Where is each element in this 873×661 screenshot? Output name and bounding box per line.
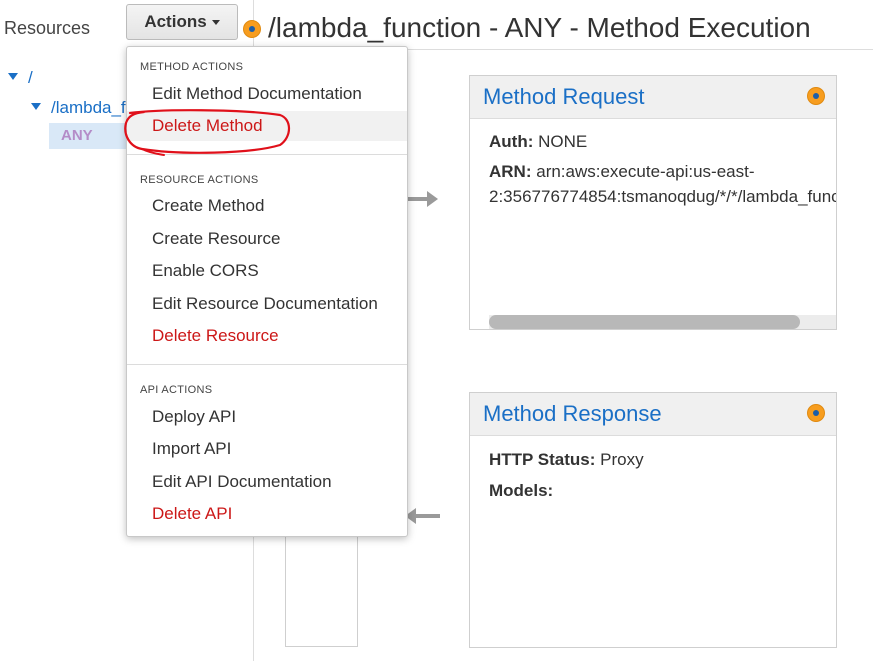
http-status-row: HTTP Status: Proxy bbox=[489, 450, 644, 470]
response-arrow-line bbox=[416, 514, 440, 518]
tree-child-label[interactable]: /lambda_function bbox=[51, 98, 126, 117]
menu-divider bbox=[127, 154, 407, 155]
status-dot-icon bbox=[807, 404, 825, 422]
menu-item-delete-method[interactable]: Delete Method bbox=[127, 111, 407, 141]
tree-root-label[interactable]: / bbox=[28, 68, 33, 87]
request-arrow-line bbox=[405, 197, 427, 201]
menu-header-resource-actions: RESOURCE ACTIONS bbox=[140, 174, 259, 186]
method-request-title[interactable]: Method Request bbox=[483, 84, 644, 110]
tree-item-root[interactable]: / bbox=[8, 68, 33, 88]
tree-item-lambda-function[interactable]: /lambda_function bbox=[31, 98, 126, 118]
method-response-title[interactable]: Method Response bbox=[483, 401, 662, 427]
models-key: Models: bbox=[489, 481, 554, 500]
page-title: /lambda_function - ANY - Method Executio… bbox=[268, 12, 811, 43]
menu-item-deploy-api[interactable]: Deploy API bbox=[127, 402, 407, 432]
actions-button[interactable]: Actions bbox=[126, 4, 238, 40]
arn-key: ARN: bbox=[489, 162, 532, 181]
auth-key: Auth: bbox=[489, 132, 534, 151]
client-panel bbox=[285, 520, 358, 647]
menu-header-method-actions: METHOD ACTIONS bbox=[140, 61, 244, 73]
menu-header-api-actions: API ACTIONS bbox=[140, 384, 213, 396]
expand-triangle-icon[interactable] bbox=[8, 73, 18, 80]
arrow-right-icon bbox=[427, 191, 438, 207]
menu-item-edit-method-documentation[interactable]: Edit Method Documentation bbox=[127, 79, 407, 109]
menu-item-delete-resource[interactable]: Delete Resource bbox=[127, 321, 407, 351]
auth-value: NONE bbox=[538, 132, 588, 151]
menu-item-edit-resource-documentation[interactable]: Edit Resource Documentation bbox=[127, 289, 407, 319]
actions-dropdown-menu: METHOD ACTIONS Edit Method Documentation… bbox=[126, 46, 408, 537]
menu-divider bbox=[127, 364, 407, 365]
tree-method-label[interactable]: ANY bbox=[61, 127, 93, 144]
menu-item-create-resource[interactable]: Create Resource bbox=[127, 224, 407, 254]
caret-down-icon[interactable] bbox=[211, 19, 220, 25]
status-dot-icon bbox=[243, 20, 261, 38]
method-request-panel: Method Request Auth: NONE ARN: arn:aws:e… bbox=[469, 75, 837, 330]
menu-item-delete-api[interactable]: Delete API bbox=[127, 499, 407, 529]
scrollbar-thumb[interactable] bbox=[489, 315, 800, 329]
horizontal-scrollbar[interactable] bbox=[489, 315, 836, 329]
actions-button-label[interactable]: Actions bbox=[144, 12, 206, 32]
method-response-panel: Method Response HTTP Status: Proxy Model… bbox=[469, 392, 837, 648]
http-status-value: Proxy bbox=[600, 450, 644, 469]
menu-item-create-method[interactable]: Create Method bbox=[127, 191, 407, 221]
models-row: Models: bbox=[489, 481, 553, 501]
method-request-header: Method Request bbox=[470, 76, 836, 119]
arn-row: ARN: arn:aws:execute-api:us-east- bbox=[489, 162, 755, 182]
expand-triangle-icon[interactable] bbox=[31, 103, 41, 110]
menu-item-import-api[interactable]: Import API bbox=[127, 434, 407, 464]
arn-value-line1: arn:aws:execute-api:us-east- bbox=[536, 162, 755, 181]
arn-value-line2: 2:356776774854:tsmanoqdug/*/*/lambda_fun… bbox=[489, 187, 837, 206]
menu-item-edit-api-documentation[interactable]: Edit API Documentation bbox=[127, 467, 407, 497]
method-response-header: Method Response bbox=[470, 393, 836, 436]
menu-item-enable-cors[interactable]: Enable CORS bbox=[127, 256, 407, 286]
status-dot-icon bbox=[807, 87, 825, 105]
resources-heading: Resources bbox=[4, 18, 91, 38]
auth-row: Auth: NONE bbox=[489, 132, 587, 152]
http-status-key: HTTP Status: bbox=[489, 450, 596, 469]
